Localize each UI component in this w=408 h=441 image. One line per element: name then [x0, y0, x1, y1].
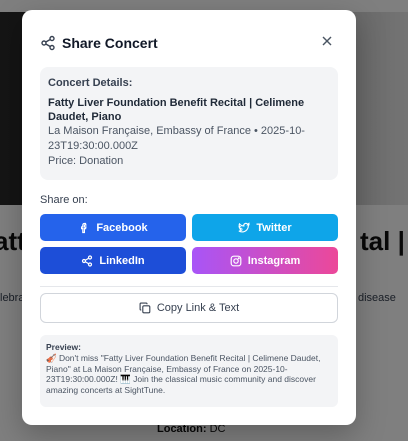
modal-title: Share Concert	[62, 35, 158, 51]
copy-link-label: Copy Link & Text	[156, 302, 240, 314]
divider	[40, 286, 338, 287]
preview-text: 🎻 Don't miss "Fatty Liver Foundation Ben…	[46, 353, 321, 395]
instagram-icon	[230, 255, 242, 267]
linkedin-button[interactable]: LinkedIn	[40, 247, 186, 274]
share-modal: Share Concert Concert Details: Fatty Liv…	[22, 10, 356, 425]
twitter-button[interactable]: Twitter	[192, 214, 338, 241]
facebook-icon	[78, 222, 90, 234]
facebook-label: Facebook	[96, 221, 148, 234]
social-buttons: Facebook Twitter LinkedIn Instagram	[40, 214, 338, 274]
linkedin-label: LinkedIn	[99, 254, 145, 267]
instagram-button[interactable]: Instagram	[192, 247, 338, 274]
concert-price: Price: Donation	[48, 155, 124, 167]
modal-header: Share Concert	[40, 32, 338, 54]
preview-card: Preview: 🎻 Don't miss "Fatty Liver Found…	[40, 335, 338, 407]
copy-link-button[interactable]: Copy Link & Text	[40, 293, 338, 323]
copy-icon	[139, 302, 151, 314]
concert-details-card: Concert Details: Fatty Liver Foundation …	[40, 67, 338, 180]
share-on-label: Share on:	[40, 194, 88, 206]
twitter-label: Twitter	[256, 221, 292, 234]
close-icon	[322, 33, 332, 51]
concert-name: Fatty Liver Foundation Benefit Recital |…	[48, 97, 305, 123]
instagram-label: Instagram	[247, 254, 301, 267]
details-heading: Concert Details:	[48, 77, 133, 89]
twitter-icon	[238, 221, 251, 234]
preview-label: Preview:	[46, 342, 81, 352]
close-button[interactable]	[320, 35, 334, 49]
share-icon	[40, 35, 56, 51]
share-icon	[81, 254, 93, 267]
concert-venue-date: La Maison Française, Embassy of France •…	[48, 125, 305, 152]
facebook-button[interactable]: Facebook	[40, 214, 186, 241]
